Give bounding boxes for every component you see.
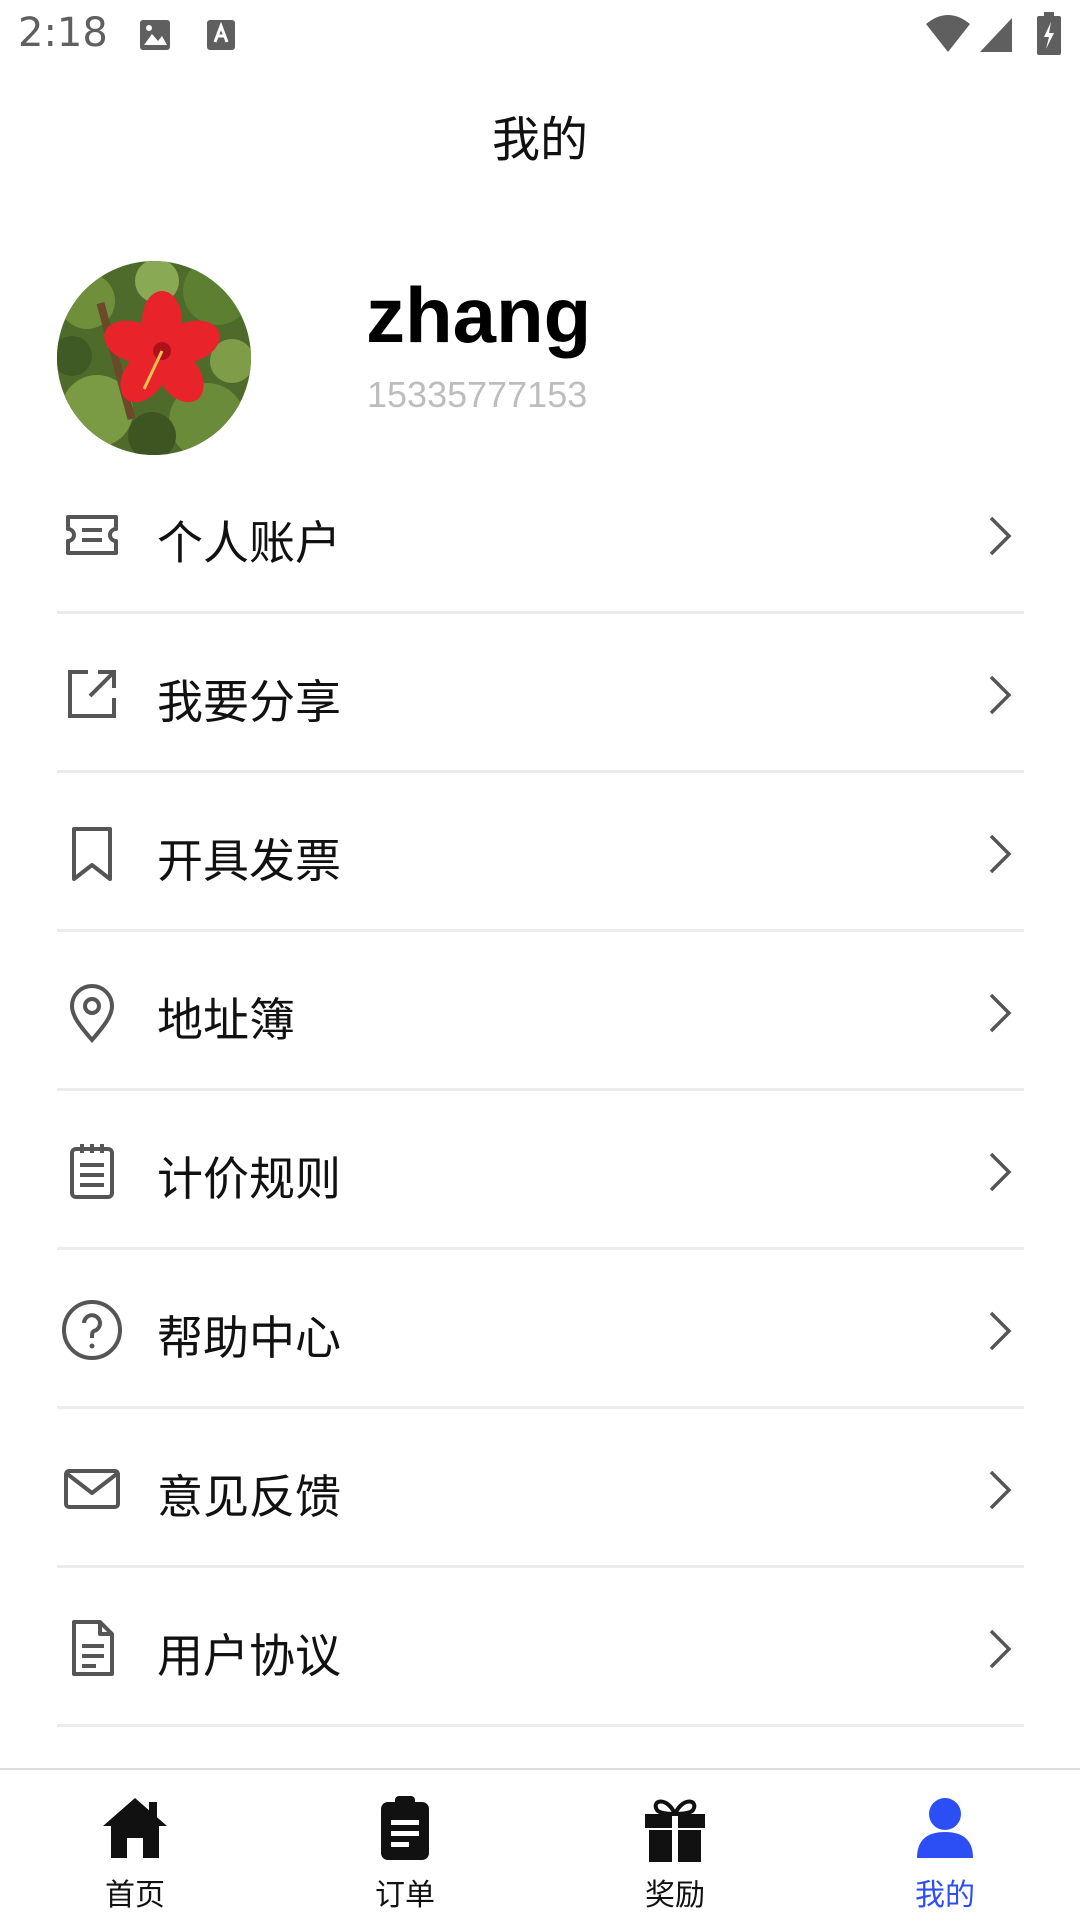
cellular-signal-icon: [978, 16, 1014, 58]
chevron-right-icon: [985, 991, 1015, 1035]
menu-item-pricing-rules[interactable]: 计价规则: [0, 1091, 1080, 1250]
clipboard-list-icon: [60, 1139, 124, 1203]
divider: [57, 1724, 1024, 1727]
orders-icon: [369, 1792, 441, 1864]
document-icon: [60, 1616, 124, 1680]
menu-item-label: 我要分享: [157, 675, 341, 729]
menu-list: 个人账户 我要分享 开具发票 地址簿 计价规则 帮助中心 意见反馈 用户协议: [0, 455, 1080, 1727]
image-notification-icon: [138, 18, 172, 56]
menu-item-label: 意见反馈: [157, 1470, 341, 1524]
menu-item-label: 地址簿: [157, 993, 295, 1047]
menu-item-user-agreement[interactable]: 用户协议: [0, 1568, 1080, 1727]
menu-item-address-book[interactable]: 地址簿: [0, 932, 1080, 1091]
chevron-right-icon: [985, 673, 1015, 717]
home-icon: [99, 1792, 171, 1864]
menu-item-invoice[interactable]: 开具发票: [0, 773, 1080, 932]
chevron-right-icon: [985, 832, 1015, 876]
status-time: 2:18: [18, 10, 108, 56]
phone-number: 15335777153: [367, 374, 588, 415]
username: zhang: [366, 271, 592, 359]
menu-item-label: 个人账户: [157, 516, 341, 570]
menu-item-feedback[interactable]: 意见反馈: [0, 1409, 1080, 1568]
nav-mine[interactable]: 我的: [810, 1770, 1080, 1922]
nav-rewards[interactable]: 奖励: [540, 1770, 810, 1922]
battery-charging-icon: [1036, 12, 1062, 60]
nav-label: 我的: [915, 1878, 975, 1913]
help-circle-icon: [60, 1298, 124, 1362]
location-pin-icon: [60, 980, 124, 1044]
avatar[interactable]: [57, 261, 251, 455]
nav-label: 奖励: [645, 1878, 705, 1913]
status-bar: 2:18: [0, 0, 1080, 76]
menu-item-label: 用户协议: [157, 1629, 341, 1683]
user-icon: [909, 1792, 981, 1864]
menu-item-share[interactable]: 我要分享: [0, 614, 1080, 773]
bottom-nav: 首页 订单 奖励 我的: [0, 1768, 1080, 1922]
chevron-right-icon: [985, 1627, 1015, 1671]
nav-label: 首页: [105, 1878, 165, 1913]
chevron-right-icon: [985, 1309, 1015, 1353]
menu-item-personal-account[interactable]: 个人账户: [0, 455, 1080, 614]
chevron-right-icon: [985, 1468, 1015, 1512]
menu-item-label: 开具发票: [157, 834, 341, 888]
bookmark-icon: [60, 821, 124, 885]
nav-label: 订单: [375, 1878, 435, 1913]
menu-item-help-center[interactable]: 帮助中心: [0, 1250, 1080, 1409]
page-title: 我的: [491, 112, 588, 168]
nav-home[interactable]: 首页: [0, 1770, 270, 1922]
nav-orders[interactable]: 订单: [270, 1770, 540, 1922]
menu-item-label: 帮助中心: [157, 1311, 341, 1365]
keyboard-notification-icon: [205, 18, 237, 56]
chevron-right-icon: [985, 514, 1015, 558]
share-icon: [60, 662, 124, 726]
wifi-icon: [925, 14, 971, 58]
gift-icon: [639, 1792, 711, 1864]
chevron-right-icon: [985, 1150, 1015, 1194]
menu-item-label: 计价规则: [157, 1152, 341, 1206]
ticket-icon: [60, 503, 124, 567]
mail-icon: [60, 1457, 124, 1521]
